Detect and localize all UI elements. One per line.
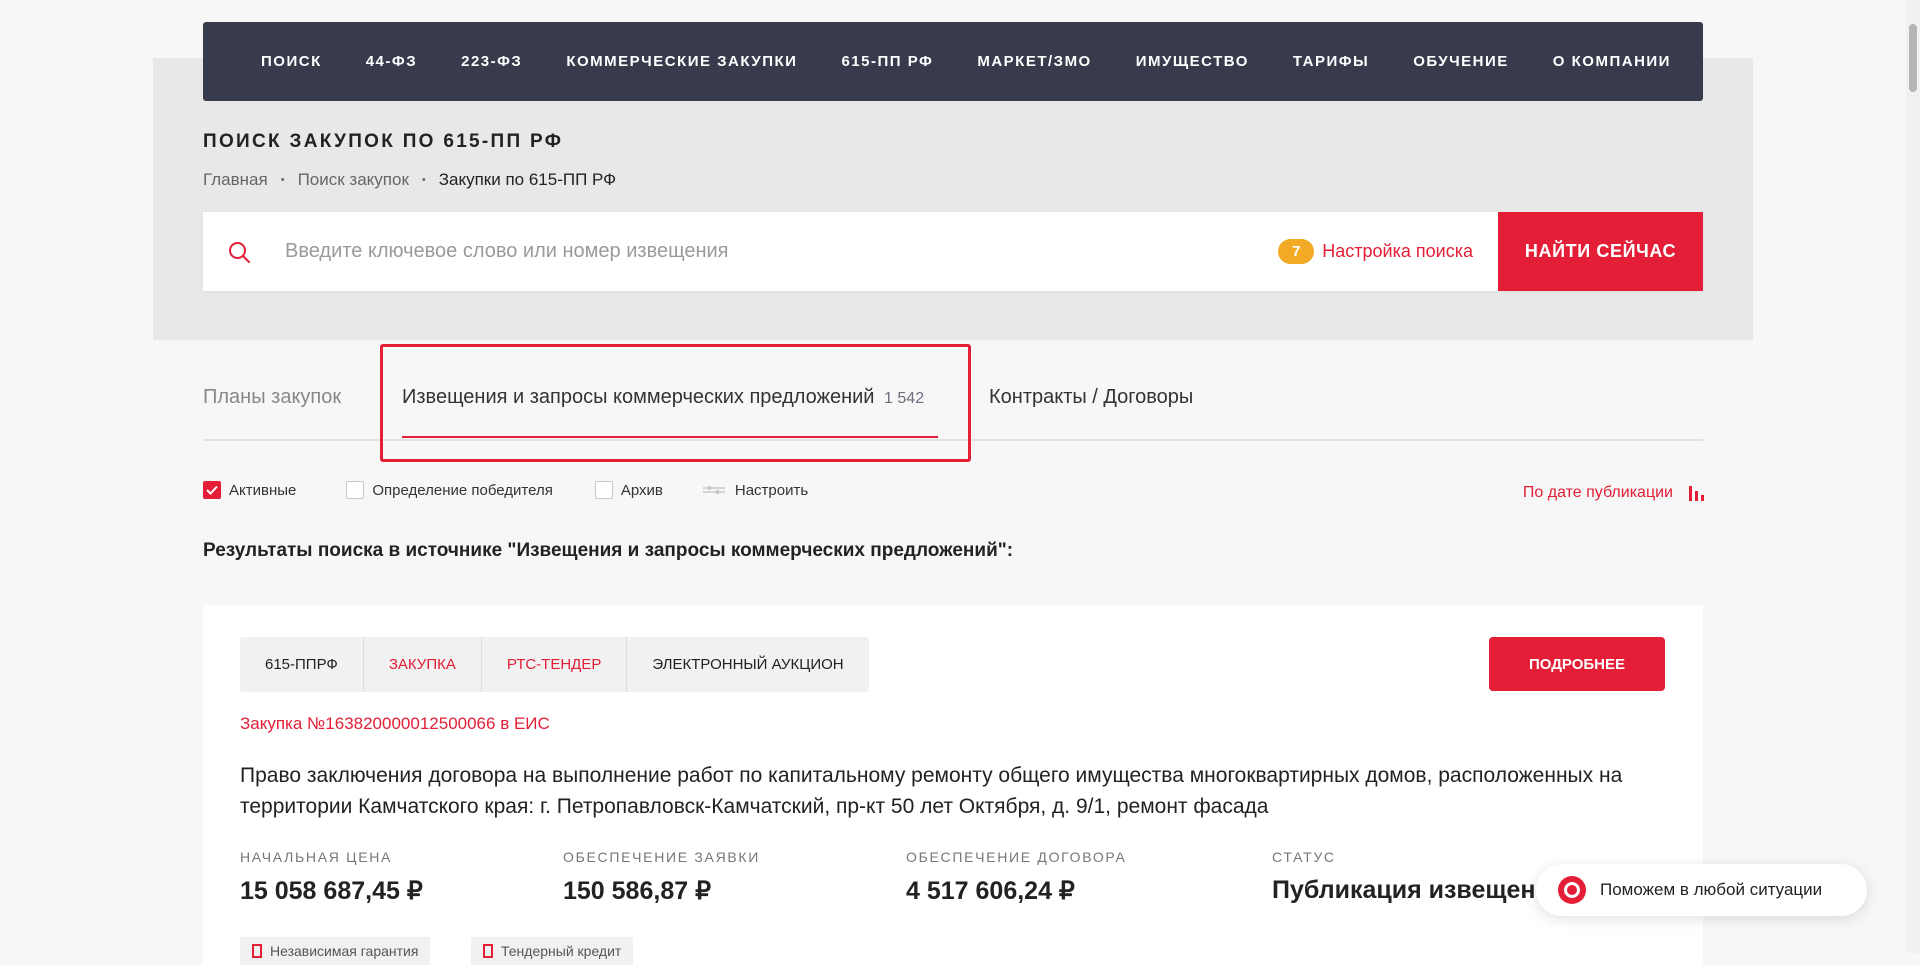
- help-widget[interactable]: Поможем в любой ситуации: [1536, 864, 1867, 916]
- notice-link[interactable]: Закупка №163820000012500066 в ЕИС: [240, 714, 550, 734]
- stat-value: 4 517 606,24 ₽: [906, 877, 1075, 905]
- purchase-title[interactable]: Право заключения договора на выполнение …: [240, 760, 1660, 822]
- top-navigation: ПОИСК 44-ФЗ 223-ФЗ КОММЕРЧЕСКИЕ ЗАКУПКИ …: [203, 22, 1703, 101]
- tag-type[interactable]: ЗАКУПКА: [364, 637, 482, 692]
- sort-by-date[interactable]: По дате публикации: [1523, 484, 1704, 502]
- settings-count-badge: 7: [1278, 239, 1315, 264]
- highlight-frame: [380, 344, 971, 462]
- chip-label: Тендерный кредит: [501, 943, 622, 959]
- page-scrollbar[interactable]: [1906, 0, 1920, 953]
- checkbox[interactable]: [346, 481, 365, 499]
- nav-commercial[interactable]: КОММЕРЧЕСКИЕ ЗАКУПКИ: [566, 53, 797, 70]
- nav-about[interactable]: О КОМПАНИИ: [1553, 53, 1671, 70]
- breadcrumb-separator: •: [421, 174, 426, 186]
- breadcrumb: Главная • Поиск закупок • Закупки по 615…: [203, 170, 616, 190]
- tag-method: ЭЛЕКТРОННЫЙ АУКЦИОН: [652, 656, 844, 673]
- stat-label: НАЧАЛЬНАЯ ЦЕНА: [240, 849, 393, 865]
- tag-platform[interactable]: РТС-ТЕНДЕР: [482, 637, 628, 692]
- credit-icon: [483, 944, 493, 958]
- nav-615pp[interactable]: 615-ПП РФ: [841, 53, 933, 70]
- sort-label: По дате публикации: [1522, 484, 1673, 501]
- filter-active-label: Активные: [229, 481, 297, 499]
- search-input[interactable]: [283, 239, 1279, 264]
- checkbox-checked[interactable]: [203, 481, 221, 499]
- settings-label: Настройка поиска: [1322, 241, 1473, 261]
- sort-bars-icon: [1689, 485, 1704, 501]
- filter-bar: Активные Определение победителя Архив На…: [203, 481, 832, 499]
- tab-contracts[interactable]: Контракты / Договоры: [989, 386, 1193, 409]
- checkmark-icon: [206, 485, 218, 495]
- scrollbar-thumb[interactable]: [1909, 24, 1917, 92]
- filter-active[interactable]: Активные: [203, 481, 296, 499]
- nav-training[interactable]: ОБУЧЕНИЕ: [1413, 53, 1509, 70]
- stat-value: Публикация извещения: [1272, 876, 1566, 904]
- independent-guarantee-chip[interactable]: Независимая гарантия: [240, 937, 431, 965]
- filter-configure[interactable]: Настроить: [702, 481, 809, 499]
- nav-property[interactable]: ИМУЩЕСТВО: [1136, 53, 1249, 70]
- search-bar: 7 Настройка поиска НАЙТИ СЕЙЧАС: [203, 212, 1703, 291]
- search-settings-link[interactable]: 7 Настройка поиска: [1278, 239, 1473, 264]
- breadcrumb-search[interactable]: Поиск закупок: [298, 170, 409, 190]
- guarantee-icon: [252, 944, 262, 958]
- filter-archive[interactable]: Архив: [594, 481, 663, 499]
- nav-market[interactable]: МАРКЕТ/ЗМО: [977, 53, 1091, 70]
- find-now-button[interactable]: НАЙТИ СЕЙЧАС: [1498, 212, 1703, 291]
- stat-contract-security: ОБЕСПЕЧЕНИЕ ДОГОВОРА 4 517 606,24 ₽: [906, 849, 1127, 906]
- nav-223fz[interactable]: 223-ФЗ: [461, 53, 522, 70]
- nav-44fz[interactable]: 44-ФЗ: [366, 53, 417, 70]
- tender-credit-chip[interactable]: Тендерный кредит: [471, 937, 634, 965]
- chat-icon: [1558, 876, 1586, 904]
- breadcrumb-separator: •: [280, 174, 285, 186]
- page-title: ПОИСК ЗАКУПОК ПО 615-ПП РФ: [203, 131, 564, 152]
- details-button[interactable]: ПОДРОБНЕЕ: [1489, 637, 1665, 691]
- stat-bid-security: ОБЕСПЕЧЕНИЕ ЗАЯВКИ 150 586,87 ₽: [563, 849, 760, 906]
- tab-plans[interactable]: Планы закупок: [203, 386, 341, 409]
- results-title: Результаты поиска в источнике "Извещения…: [203, 540, 1014, 561]
- sliders-icon: [702, 486, 725, 494]
- stat-label: СТАТУС: [1272, 849, 1336, 865]
- breadcrumb-current: Закупки по 615-ПП РФ: [438, 170, 617, 189]
- search-icon: [229, 241, 250, 263]
- stat-start-price: НАЧАЛЬНАЯ ЦЕНА 15 058 687,45 ₽: [240, 849, 423, 906]
- help-label: Поможем в любой ситуации: [1600, 880, 1823, 899]
- chip-label: Независимая гарантия: [270, 943, 419, 959]
- stat-label: ОБЕСПЕЧЕНИЕ ДОГОВОРА: [906, 849, 1127, 865]
- filter-configure-label: Настроить: [734, 481, 809, 499]
- nav-tariffs[interactable]: ТАРИФЫ: [1293, 53, 1369, 70]
- filter-winner[interactable]: Определение победителя: [346, 481, 553, 499]
- filter-winner-label: Определение победителя: [372, 481, 553, 499]
- stat-status: СТАТУС Публикация извещения: [1272, 849, 1565, 905]
- stat-label: ОБЕСПЕЧЕНИЕ ЗАЯВКИ: [563, 849, 761, 865]
- filter-archive-label: Архив: [620, 481, 663, 499]
- result-card: 615-ППРФ ЗАКУПКА РТС-ТЕНДЕР ЭЛЕКТРОННЫЙ …: [203, 605, 1703, 965]
- card-tags: 615-ППРФ ЗАКУПКА РТС-ТЕНДЕР ЭЛЕКТРОННЫЙ …: [240, 637, 869, 692]
- stat-value: 15 058 687,45 ₽: [240, 877, 423, 905]
- tag-law: 615-ППРФ: [240, 637, 364, 692]
- stat-value: 150 586,87 ₽: [563, 877, 711, 905]
- checkbox[interactable]: [594, 481, 613, 499]
- breadcrumb-home[interactable]: Главная: [203, 170, 268, 190]
- nav-search[interactable]: ПОИСК: [261, 53, 322, 70]
